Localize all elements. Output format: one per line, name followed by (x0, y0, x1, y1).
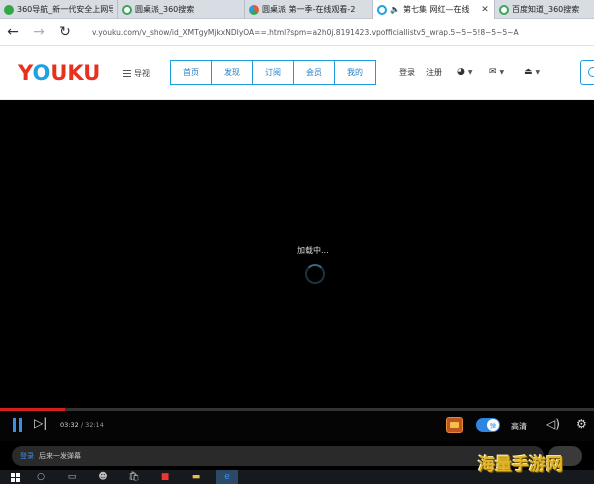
danmu-toggle[interactable]: 弹 (476, 418, 500, 432)
reload-icon[interactable]: ↻ (52, 19, 78, 46)
settings-gear-icon[interactable]: ⚙ (576, 417, 587, 431)
tab-strip: 360导航_新一代安全上网导 圆桌派_360搜索 圆桌派 第一季-在线观看-2 … (0, 0, 594, 19)
browser-tab[interactable]: 360导航_新一代安全上网导 (0, 0, 118, 19)
nav-discover[interactable]: 发现 (212, 61, 253, 84)
store-icon[interactable]: 🛍 (123, 470, 145, 484)
current-time: 03:32 (60, 421, 79, 429)
upload-icon: ⏏ (524, 67, 533, 77)
gift-box-icon[interactable] (446, 417, 463, 433)
pause-icon[interactable] (12, 418, 24, 432)
back-icon[interactable]: ← (0, 19, 26, 46)
nav-subscribe[interactable]: 订阅 (253, 61, 294, 84)
hamburger-icon (123, 70, 131, 77)
control-bar: ▷| 03:32 / 32:14 弹 高清 ◁) ⚙ (0, 411, 594, 441)
chevron-down-icon: ▼ (467, 68, 473, 76)
forward-icon[interactable]: → (26, 19, 52, 46)
tab-title: 第七集 网红—在线 (402, 5, 470, 14)
app-icon[interactable]: ■ (154, 470, 176, 484)
time-separator: / (80, 421, 84, 429)
browser-tab[interactable]: 圆桌派_360搜索 (118, 0, 245, 19)
guide-menu[interactable]: 导视 (123, 68, 150, 79)
register-link[interactable]: 注册 (426, 67, 442, 78)
clock-icon: ◕ (457, 67, 465, 77)
tab-title: 百度知道_360搜索 (512, 5, 580, 14)
history-dropdown[interactable]: ◕ ▼ (457, 67, 472, 77)
login-link[interactable]: 登录 (399, 67, 415, 78)
start-button[interactable] (0, 470, 30, 484)
loading-spinner-icon (305, 264, 325, 284)
quality-button[interactable]: 高清 (511, 421, 527, 432)
browser-taskbar-icon[interactable]: e (216, 470, 238, 484)
tab-title: 圆桌派_360搜索 (135, 5, 195, 14)
nav-vip[interactable]: 会员 (294, 61, 335, 84)
tab-title: 360导航_新一代安全上网导 (17, 5, 113, 14)
url-field[interactable]: v.youku.com/v_show/id_XMTgyMjkxNDIyOA==.… (92, 28, 519, 37)
nav-home[interactable]: 首页 (171, 61, 212, 84)
windows-icon (10, 472, 20, 482)
search-button[interactable] (580, 60, 594, 85)
loading-text: 加载中... (297, 246, 329, 255)
favicon-360-search-icon (499, 4, 509, 15)
favicon-360-search-icon (122, 4, 132, 15)
site-header: YOUKU 导视 首页 发现 订阅 会员 我的 登录 注册 ◕ ▼ ✉ ▼ ⏏ ▼ (0, 46, 594, 100)
task-view-icon[interactable]: ▭ (61, 470, 83, 484)
messages-dropdown[interactable]: ✉ ▼ (489, 67, 504, 77)
guide-label: 导视 (134, 69, 150, 78)
browser-tab[interactable]: 圆桌派 第一季-在线观看-2 (245, 0, 373, 19)
danmu-login-link[interactable]: 登录 (20, 451, 34, 461)
browser-tab-active[interactable]: 🔈 第七集 网红—在线 ✕ (373, 0, 495, 19)
time-display: 03:32 / 32:14 (60, 421, 104, 429)
youku-logo[interactable]: YOUKU (18, 61, 100, 85)
duration: 32:14 (85, 421, 104, 429)
mail-icon: ✉ (489, 67, 497, 77)
address-bar: ← → ↻ v.youku.com/v_show/id_XMTgyMjkxNDI… (0, 19, 594, 46)
danmu-toggle-knob: 弹 (487, 419, 499, 431)
tab-title: 圆桌派 第一季-在线观看-2 (262, 5, 356, 14)
search-icon (588, 67, 594, 77)
people-icon[interactable]: ☻ (92, 470, 114, 484)
main-nav: 首页 发现 订阅 会员 我的 (170, 60, 376, 85)
chevron-down-icon: ▼ (535, 68, 541, 76)
browser-tab[interactable]: 百度知道_360搜索 (495, 0, 594, 19)
nav-mine[interactable]: 我的 (335, 61, 375, 84)
next-episode-icon[interactable]: ▷| (34, 416, 47, 430)
favicon-360-icon (4, 4, 14, 15)
chevron-down-icon: ▼ (499, 68, 505, 76)
favicon-youku-icon (377, 4, 387, 15)
favicon-youku-icon (249, 4, 259, 15)
folder-icon[interactable]: ▬ (185, 470, 207, 484)
upload-dropdown[interactable]: ⏏ ▼ (524, 67, 540, 77)
search-icon[interactable]: ○ (30, 470, 52, 484)
watermark-logo: 海量手游网 (478, 455, 563, 475)
danmu-placeholder: 后来一发弹幕 (39, 452, 81, 460)
volume-icon[interactable]: ◁) (546, 417, 560, 431)
close-tab-icon[interactable]: ✕ (480, 5, 490, 15)
danmu-input[interactable]: 登录 后来一发弹幕 (12, 446, 544, 466)
speaker-icon[interactable]: 🔈 (390, 5, 400, 14)
